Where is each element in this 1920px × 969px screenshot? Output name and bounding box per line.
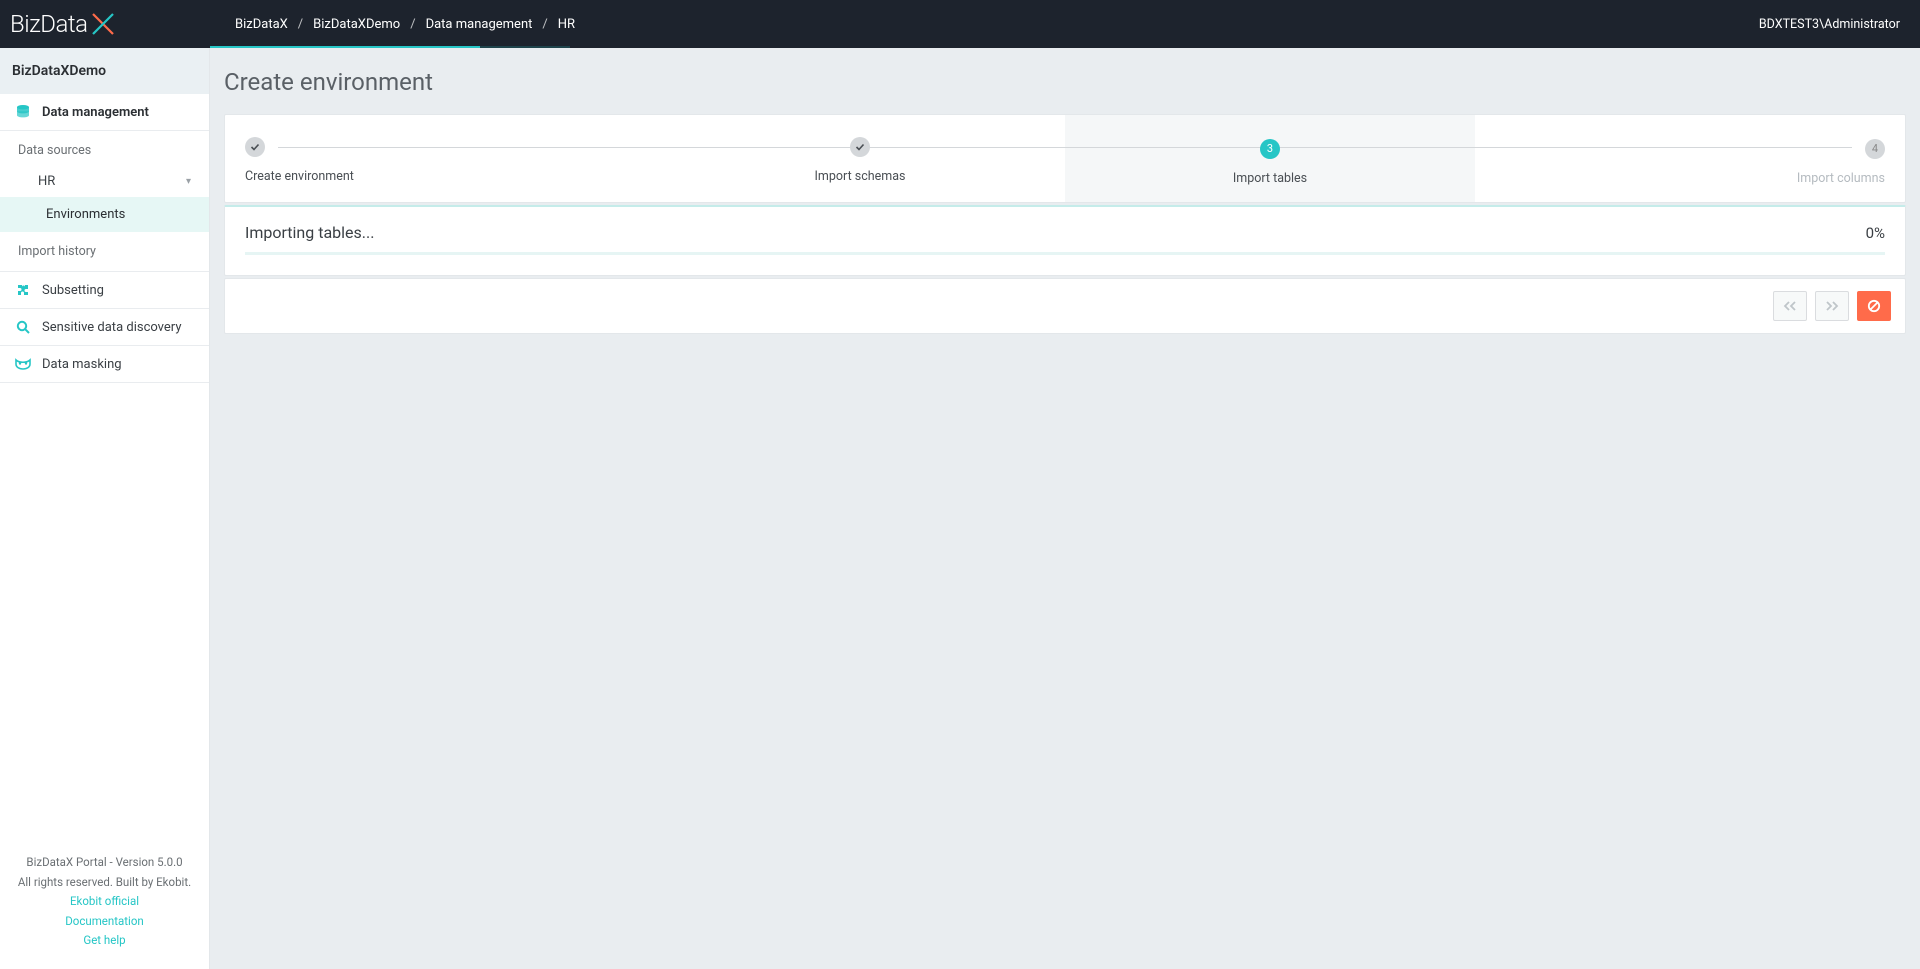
wizard-steps-card: Create environment Import schemas 3 Impo… [224, 114, 1906, 203]
step-number-icon: 3 [1260, 139, 1280, 159]
next-button[interactable] [1815, 291, 1849, 321]
footer-link-help[interactable]: Get help [8, 931, 201, 951]
chevron-down-icon: ▾ [186, 176, 191, 187]
footer-link-ekobit[interactable]: Ekobit official [8, 892, 201, 912]
mask-icon [12, 356, 34, 372]
footer-version: BizDataX Portal - Version 5.0.0 [8, 853, 201, 873]
sidebar-item-subsetting[interactable]: Subsetting [0, 272, 209, 308]
sidebar-footer: BizDataX Portal - Version 5.0.0 All righ… [0, 835, 209, 969]
brand-text: BizData [10, 10, 87, 38]
sidebar-item-data-management[interactable]: Data management [0, 94, 209, 130]
breadcrumb-sep: / [542, 17, 547, 32]
user-label[interactable]: BDXTEST3\Administrator [1759, 17, 1920, 32]
sidebar-item-import-history[interactable]: Import history [0, 232, 209, 271]
chevrons-left-icon [1783, 300, 1797, 312]
step-import-columns: 4 Import columns [1475, 137, 1885, 186]
logo-x-icon [89, 10, 117, 38]
top-progress-indicator [210, 46, 570, 48]
step-label: Import schemas [655, 169, 1065, 184]
sidebar-item-environments[interactable]: Environments [0, 197, 209, 232]
wizard-actions-card [224, 278, 1906, 334]
chevrons-right-icon [1825, 300, 1839, 312]
breadcrumb-sep: / [298, 17, 303, 32]
step-label: Create environment [245, 169, 655, 184]
sidebar-subhead-data-sources: Data sources [0, 131, 209, 166]
cancel-icon [1867, 299, 1881, 313]
sidebar-item-data-masking[interactable]: Data masking [0, 346, 209, 382]
breadcrumb-item[interactable]: Data management [426, 17, 533, 32]
sidebar-data-source-hr[interactable]: HR ▾ [0, 166, 209, 197]
cancel-button[interactable] [1857, 291, 1891, 321]
progress-card: Importing tables... 0% [224, 205, 1906, 276]
step-label: Import columns [1475, 171, 1885, 186]
breadcrumb-sep: / [410, 17, 415, 32]
puzzle-icon [12, 282, 34, 298]
step-label: Import tables [1065, 171, 1475, 186]
sidebar-item-label: Sensitive data discovery [42, 320, 181, 335]
footer-link-documentation[interactable]: Documentation [8, 912, 201, 932]
breadcrumb-item[interactable]: HR [558, 17, 575, 32]
sidebar-item-label: Data masking [42, 357, 122, 372]
progress-percent: 0% [1866, 224, 1885, 242]
breadcrumb-item[interactable]: BizDataXDemo [313, 17, 400, 32]
project-name[interactable]: BizDataXDemo [0, 48, 209, 94]
logo[interactable]: BizData [0, 10, 210, 38]
step-import-schemas[interactable]: Import schemas [655, 137, 1065, 184]
step-number-icon: 4 [1865, 139, 1885, 159]
progress-status-text: Importing tables... [245, 223, 374, 242]
breadcrumb-item[interactable]: BizDataX [235, 17, 288, 32]
database-icon [12, 104, 34, 120]
prev-button[interactable] [1773, 291, 1807, 321]
sidebar-item-sensitive-discovery[interactable]: Sensitive data discovery [0, 309, 209, 345]
progress-bar [245, 252, 1885, 255]
topbar: BizData BizDataX / BizDataXDemo / Data m… [0, 0, 1920, 48]
step-import-tables[interactable]: 3 Import tables [1065, 115, 1475, 202]
search-icon [12, 319, 34, 335]
footer-copyright: All rights reserved. Built by Ekobit. [8, 873, 201, 893]
data-source-label: HR [38, 174, 55, 189]
sidebar: BizDataXDemo Data management Data source… [0, 48, 210, 969]
step-check-icon [245, 137, 265, 157]
main-content: Create environment Create environment [210, 48, 1920, 969]
step-check-icon [850, 137, 870, 157]
breadcrumb: BizDataX / BizDataXDemo / Data managemen… [210, 17, 575, 32]
sidebar-item-label: Data management [42, 105, 149, 120]
wizard-steps: Create environment Import schemas 3 Impo… [245, 137, 1885, 186]
sidebar-item-label: Subsetting [42, 283, 104, 298]
step-create-environment[interactable]: Create environment [245, 137, 655, 184]
page-title: Create environment [224, 68, 1906, 96]
